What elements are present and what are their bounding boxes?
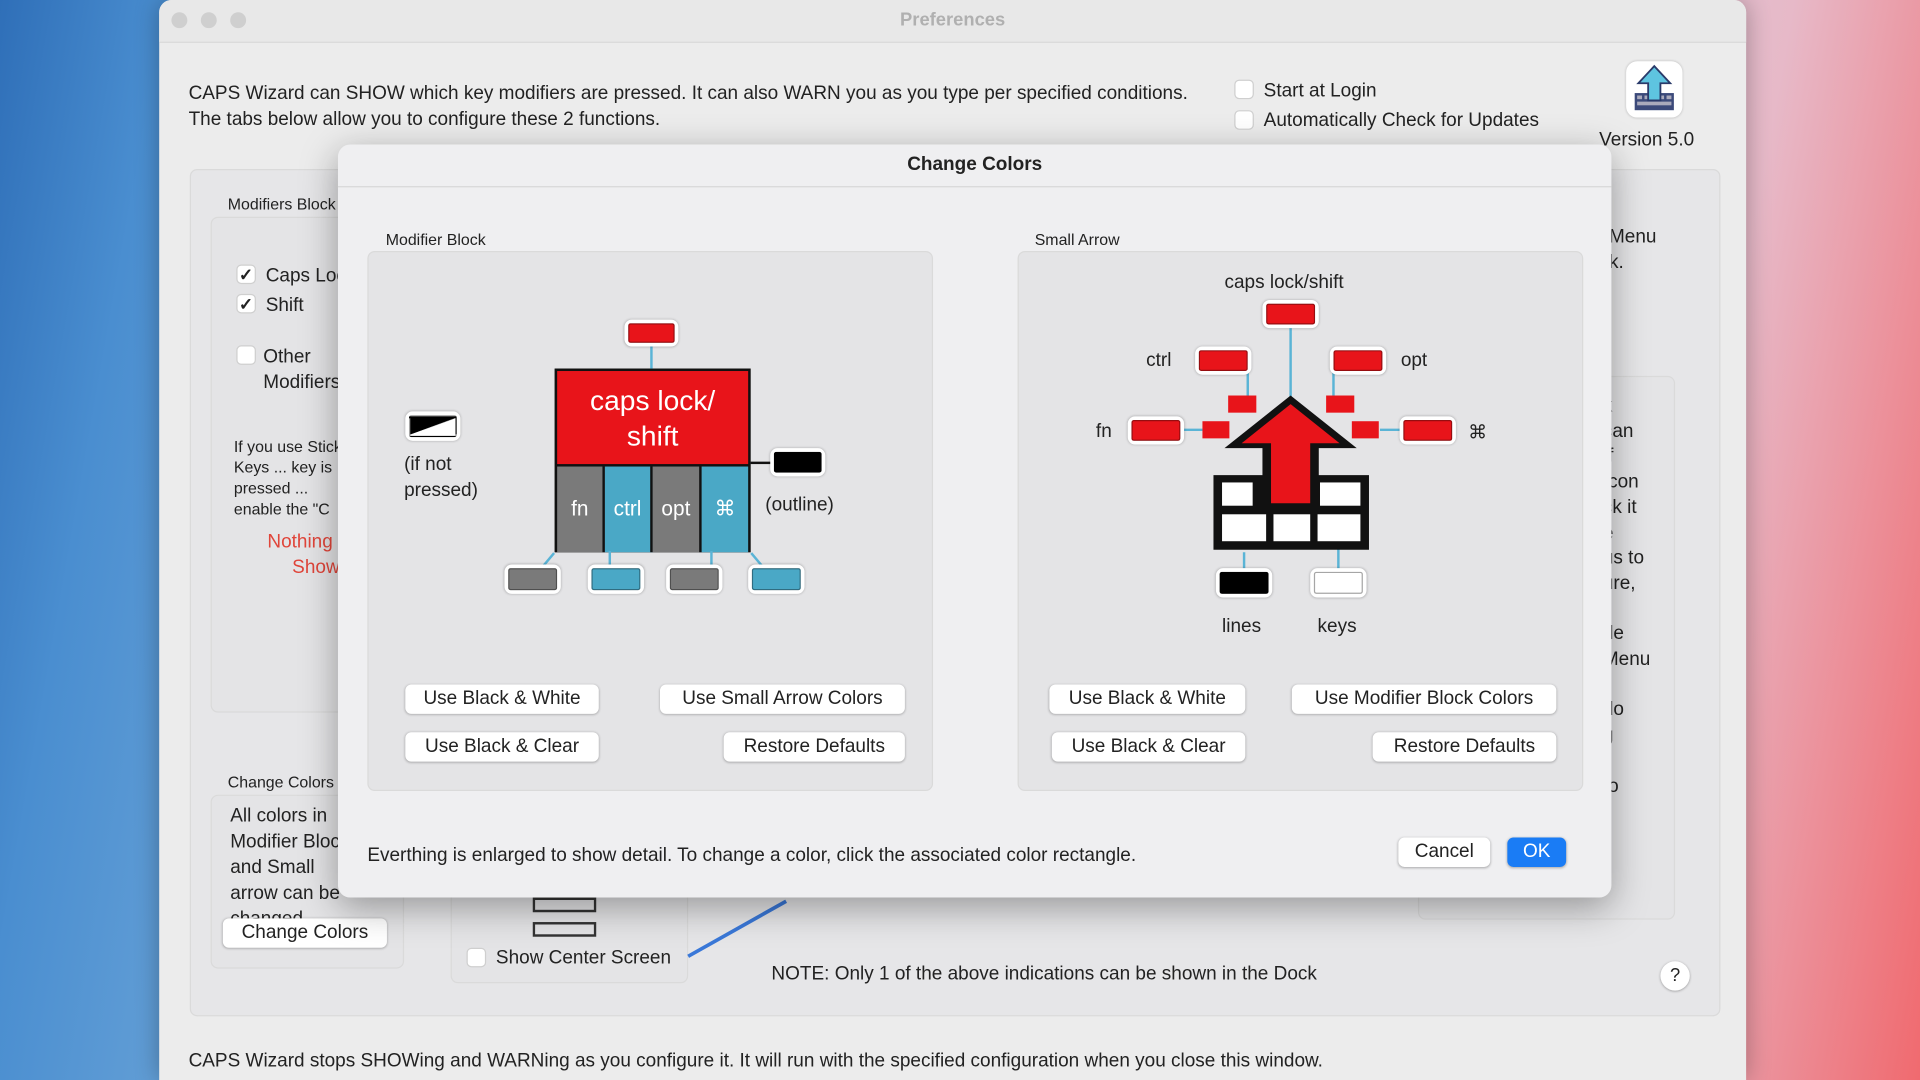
menu-fragment: Menu k. xyxy=(1608,226,1657,274)
right-info-text: kcanIfIconck iteus toure,deMenu dogto xyxy=(1602,396,1651,797)
arrow-cmd-color-swatch[interactable] xyxy=(1399,416,1456,445)
lines-label: lines xyxy=(1222,615,1262,637)
window-title: Preferences xyxy=(900,9,1006,31)
other-modifiers-checkbox[interactable] xyxy=(236,345,256,365)
footer-text: CAPS Wizard stops SHOWing and WARNing as… xyxy=(188,1050,1323,1072)
center-screen-icon xyxy=(532,897,597,937)
restore-defaults-button[interactable]: Restore Defaults xyxy=(723,732,905,762)
arrow-ctrl-color-swatch[interactable] xyxy=(1195,346,1252,375)
ctrl-color-swatch[interactable] xyxy=(587,564,645,594)
modifiers-block-label: Modifiers Block xyxy=(227,194,336,214)
caps-lock-shift-label: caps lock/shift xyxy=(1224,271,1344,293)
outline-label: (outline) xyxy=(765,494,834,516)
small-arrow-panel: caps lock/shift ctrl opt fn ⌘ lines keys… xyxy=(1017,251,1584,792)
caps-lock-color-swatch[interactable] xyxy=(624,319,679,347)
auto-update-label: Automatically Check for Updates xyxy=(1263,110,1540,132)
arrow-restore-defaults-button[interactable]: Restore Defaults xyxy=(1372,732,1557,762)
use-black-white-button[interactable]: Use Black & White xyxy=(405,684,599,714)
help-button[interactable]: ? xyxy=(1660,961,1690,991)
change-colors-group-label: Change Colors xyxy=(227,772,334,792)
connector xyxy=(750,461,771,465)
title-bar: Preferences xyxy=(159,0,1747,43)
opt-label: opt xyxy=(1400,350,1428,372)
caps-lock-checkbox[interactable]: ✓ xyxy=(236,264,256,285)
not-pressed-label: (if not pressed) xyxy=(404,454,478,501)
cmd-label: ⌘ xyxy=(1468,422,1488,444)
arrow-opt-color-swatch[interactable] xyxy=(1329,346,1387,375)
change-colors-button[interactable]: Change Colors xyxy=(222,918,387,948)
keyboard-arrow-icon xyxy=(1626,61,1683,118)
opt-color-swatch[interactable] xyxy=(666,564,723,594)
fn-block: fn xyxy=(557,466,605,553)
version-label: Version 5.0 xyxy=(1599,129,1695,151)
ctrl-block: ctrl xyxy=(604,466,653,553)
cancel-button[interactable]: Cancel xyxy=(1398,837,1491,867)
change-colors-description: All colors in Modifier Block and Small a… xyxy=(230,805,350,930)
modifier-block-label: Modifier Block xyxy=(385,230,486,249)
dock-note: NOTE: Only 1 of the above indications ca… xyxy=(771,963,1317,985)
arrow-fn-color-swatch[interactable] xyxy=(1127,416,1185,445)
use-small-arrow-colors-button[interactable]: Use Small Arrow Colors xyxy=(660,684,905,714)
dialog-title: Change Colors xyxy=(907,154,1043,176)
start-at-login-label: Start at Login xyxy=(1263,80,1377,102)
intro-text: CAPS Wizard can SHOW which key modifiers… xyxy=(188,83,1188,130)
show-center-screen-label: Show Center Screen xyxy=(495,947,672,969)
modifier-block-preview: caps lock/ shift fn ctrl opt ⌘ xyxy=(554,368,751,553)
divider xyxy=(337,186,1612,188)
use-black-clear-button[interactable]: Use Black & Clear xyxy=(405,732,599,762)
dialog-hint: Everthing is enlarged to show detail. To… xyxy=(367,844,1137,866)
other-modifiers-label: Other Modifiers xyxy=(263,346,341,394)
outline-color-swatch[interactable] xyxy=(770,448,826,477)
arrow-use-black-clear-button[interactable]: Use Black & Clear xyxy=(1051,732,1246,762)
ok-button[interactable]: OK xyxy=(1507,837,1567,867)
shift-checkbox[interactable]: ✓ xyxy=(236,293,256,314)
fn-label: fn xyxy=(1095,421,1112,443)
arrow-caps-color-swatch[interactable] xyxy=(1262,300,1319,329)
small-arrow-label: Small Arrow xyxy=(1034,230,1120,249)
ctrl-label: ctrl xyxy=(1146,350,1172,372)
fn-color-swatch[interactable] xyxy=(504,564,561,594)
cmd-block: ⌘ xyxy=(701,466,749,553)
not-pressed-color-swatch[interactable] xyxy=(405,411,461,441)
pointer-line xyxy=(687,899,788,958)
keys-label: keys xyxy=(1317,615,1357,637)
use-modifier-block-colors-button[interactable]: Use Modifier Block Colors xyxy=(1291,684,1557,714)
start-at-login-checkbox[interactable] xyxy=(1234,79,1254,100)
arrow-use-black-white-button[interactable]: Use Black & White xyxy=(1049,684,1246,714)
change-colors-dialog: Change Colors Modifier Block caps lock/ … xyxy=(337,144,1612,898)
show-center-screen-checkbox[interactable] xyxy=(466,947,487,968)
keys-color-swatch[interactable] xyxy=(1310,568,1367,598)
connector xyxy=(650,345,653,369)
shift-label: Shift xyxy=(265,295,304,316)
cmd-color-swatch[interactable] xyxy=(748,564,805,594)
caps-lock-shift-block: caps lock/ shift xyxy=(557,371,749,465)
modifier-block-panel: caps lock/ shift fn ctrl opt ⌘ (if not p… xyxy=(367,251,934,792)
lines-color-swatch[interactable] xyxy=(1215,568,1273,598)
auto-update-checkbox[interactable] xyxy=(1234,110,1254,130)
opt-block: opt xyxy=(652,466,702,553)
